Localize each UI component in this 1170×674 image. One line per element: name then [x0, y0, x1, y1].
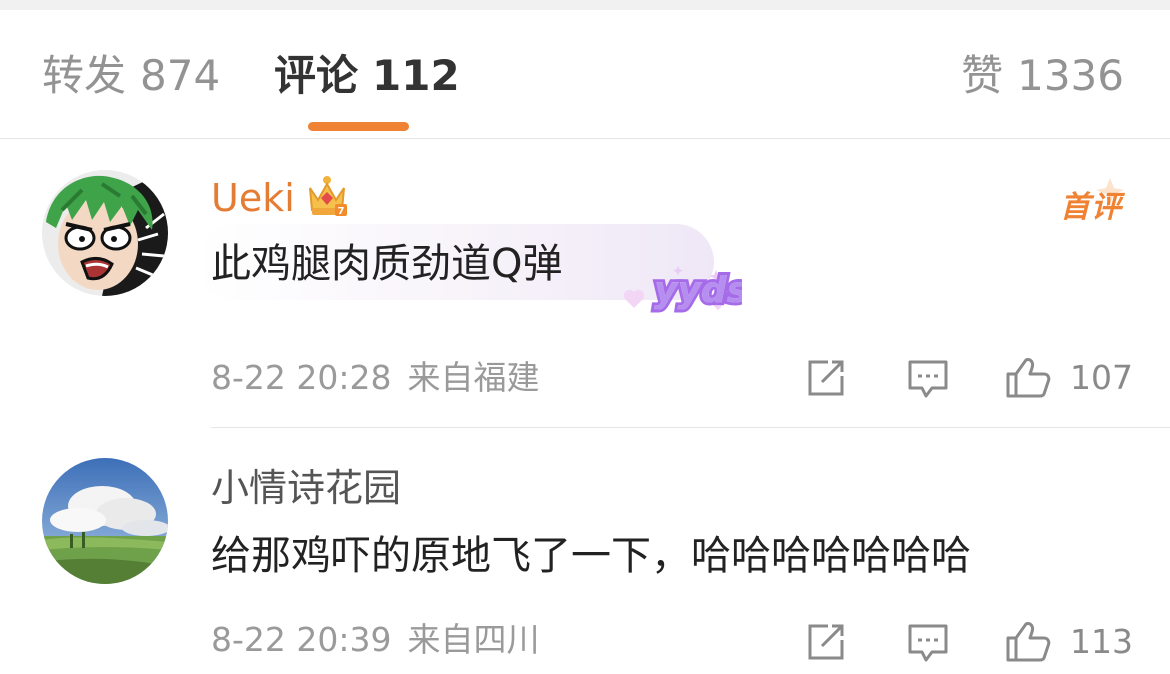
- tab-likes-label: 赞: [961, 51, 1004, 100]
- tab-comments[interactable]: 评论 112: [274, 54, 460, 98]
- thumbs-up-icon: [1006, 622, 1051, 662]
- comment-item: 小情诗花园 给那鸡吓的原地飞了一下，哈哈哈哈哈哈哈 8-22 20:39 来自四川…: [0, 430, 1170, 674]
- first-comment-badge: 首评: [1050, 176, 1126, 225]
- comment-text: 给那鸡吓的原地飞了一下，哈哈哈哈哈哈哈: [211, 533, 971, 579]
- svg-text:7: 7: [338, 206, 345, 217]
- comment-time: 8-22 20:28: [211, 358, 392, 397]
- tabs-divider: [0, 138, 1170, 139]
- reply-button[interactable]: [906, 620, 950, 664]
- repost-button[interactable]: [804, 356, 848, 400]
- repost-button[interactable]: [804, 620, 848, 664]
- comment-location: 来自福建: [407, 358, 540, 397]
- comment-icon: [908, 360, 948, 398]
- active-tab-indicator: [308, 122, 409, 131]
- reply-button[interactable]: [906, 356, 950, 400]
- share-icon: [808, 360, 844, 396]
- share-icon: [808, 624, 844, 660]
- tab-repost-label: 转发: [42, 51, 127, 100]
- like-button[interactable]: 113: [1004, 620, 1133, 664]
- avatar[interactable]: [42, 458, 168, 584]
- landscape-avatar-image: [42, 458, 168, 584]
- yyds-decoration: yyds yyds: [623, 266, 742, 314]
- tab-likes[interactable]: 赞 1336: [961, 54, 1124, 98]
- thumbs-up-icon: [1006, 358, 1051, 398]
- tab-likes-count: 1336: [1017, 51, 1124, 100]
- first-comment-tag: 首评: [1060, 190, 1122, 225]
- comment-item: Ueki 7 首评 此鸡腿肉质劲道Q弹 yyds yyds 8-22 20:28…: [0, 140, 1170, 428]
- anime-avatar-image: [42, 170, 168, 296]
- comment-location: 来自四川: [407, 620, 540, 659]
- comment-meta: 8-22 20:28 来自福建: [211, 358, 540, 398]
- like-count: 107: [1070, 358, 1133, 397]
- comment-icon: [908, 624, 948, 662]
- comment-meta: 8-22 20:39 来自四川: [211, 620, 540, 660]
- comment-text: 此鸡腿肉质劲道Q弹: [211, 241, 563, 287]
- tab-comments-count: 112: [372, 51, 460, 100]
- like-count: 113: [1070, 622, 1133, 661]
- comment-divider: [211, 427, 1170, 428]
- username[interactable]: 小情诗花园: [211, 466, 401, 510]
- tab-bar: 转发 874 评论 112 赞 1336: [0, 10, 1170, 138]
- tab-repost[interactable]: 转发 874: [42, 54, 220, 98]
- tab-comments-label: 评论: [274, 51, 359, 100]
- comment-time: 8-22 20:39: [211, 620, 392, 659]
- username[interactable]: Ueki: [211, 176, 295, 220]
- tab-repost-count: 874: [140, 51, 221, 100]
- avatar[interactable]: [42, 170, 168, 296]
- crown-icon: 7: [309, 176, 347, 217]
- top-gray-band: [0, 0, 1170, 10]
- svg-text:yyds: yyds: [654, 270, 742, 311]
- like-button[interactable]: 107: [1004, 356, 1133, 400]
